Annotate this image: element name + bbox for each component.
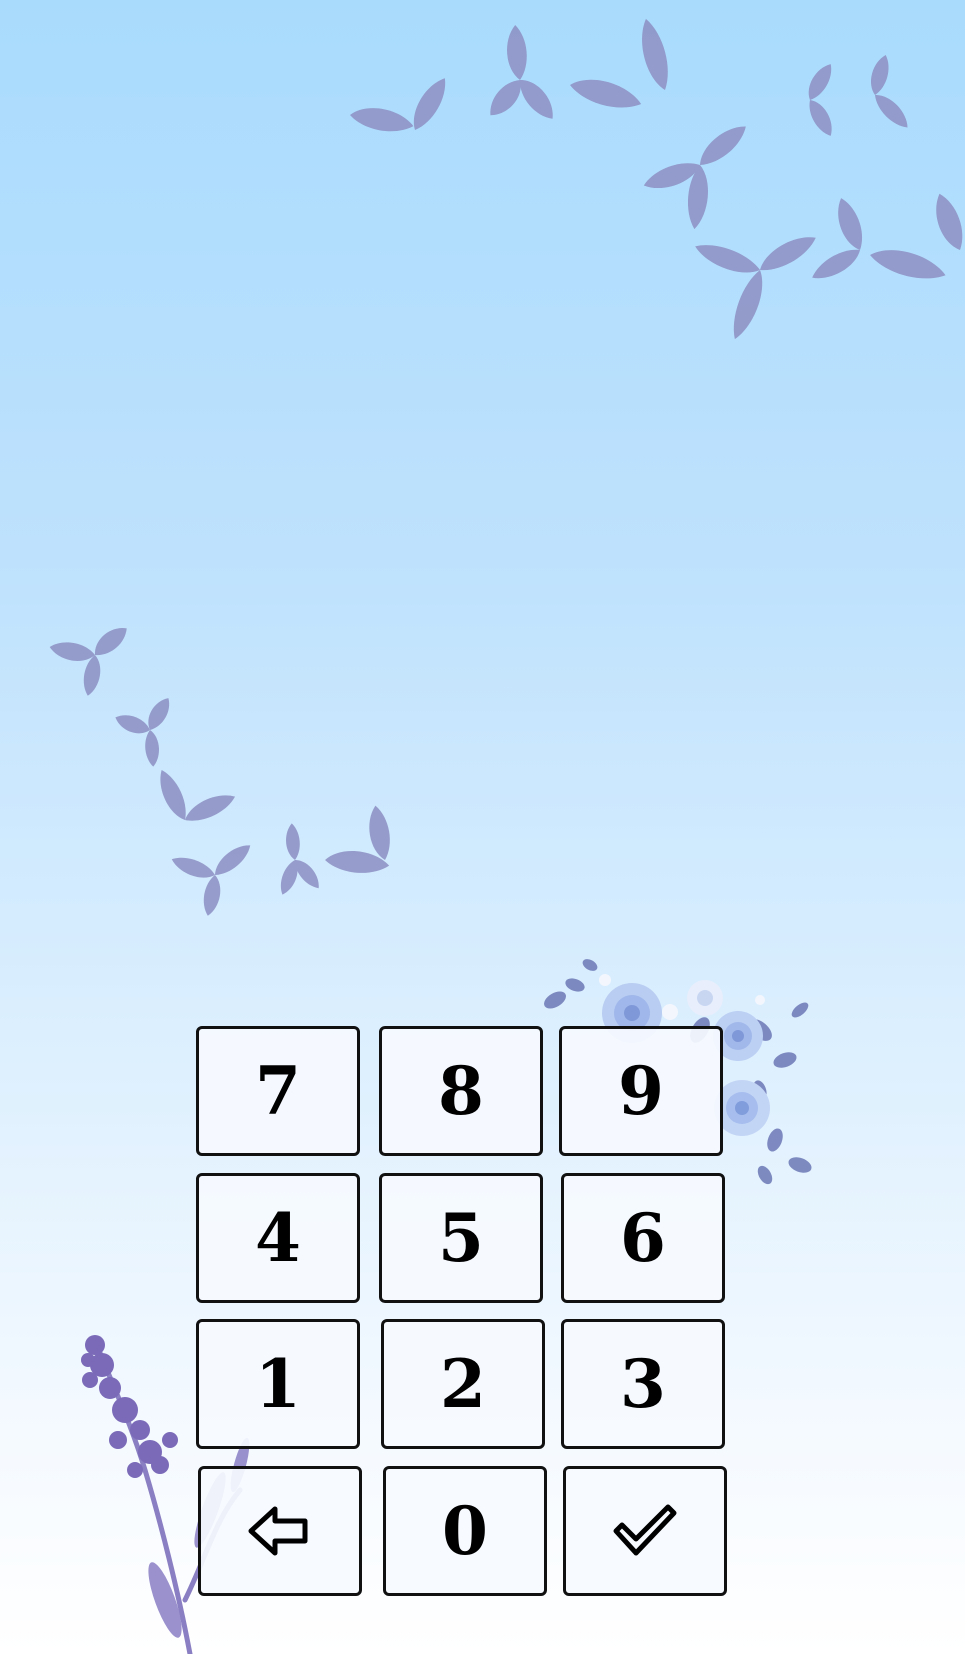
key-6-label: 6 [620,1199,666,1277]
key-3[interactable]: 3 [561,1319,725,1449]
key-9-label: 9 [618,1052,664,1130]
key-0[interactable]: 0 [383,1466,547,1596]
numeric-keypad: 7 8 9 4 5 6 1 2 3 0 [196,1026,728,1598]
confirm-button[interactable] [563,1466,727,1596]
key-6[interactable]: 6 [561,1173,725,1303]
backspace-button[interactable] [198,1466,362,1596]
key-1-label: 1 [255,1345,301,1423]
key-7[interactable]: 7 [196,1026,360,1156]
arrow-left-icon [248,1506,308,1556]
key-0-label: 0 [442,1492,488,1570]
key-8[interactable]: 8 [379,1026,543,1156]
key-2-label: 2 [440,1345,486,1423]
key-2[interactable]: 2 [381,1319,545,1449]
key-3-label: 3 [620,1345,666,1423]
key-5[interactable]: 5 [379,1173,543,1303]
key-1[interactable]: 1 [196,1319,360,1449]
key-4[interactable]: 4 [196,1173,360,1303]
key-8-label: 8 [438,1052,484,1130]
key-5-label: 5 [438,1199,484,1277]
key-9[interactable]: 9 [559,1026,723,1156]
key-4-label: 4 [255,1199,301,1277]
key-7-label: 7 [255,1052,301,1130]
check-icon [613,1504,677,1556]
